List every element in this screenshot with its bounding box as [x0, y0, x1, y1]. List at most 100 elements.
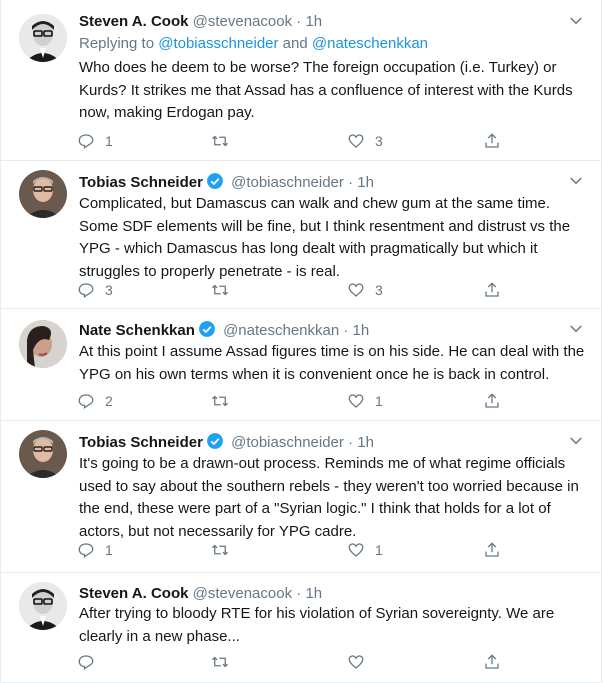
author-name[interactable]: Steven A. Cook: [79, 13, 188, 30]
heart-icon: [348, 394, 364, 408]
tweet[interactable]: Tobias Schneider @tobiaschneider · 1h It…: [1, 420, 601, 573]
tweet-text: Who does he deem to be worse? The foreig…: [79, 59, 573, 121]
tweet-actions: 2 1: [77, 391, 517, 411]
reply-button[interactable]: 2: [77, 391, 113, 411]
separator-dot: ·: [348, 434, 354, 451]
reply-icon: [78, 283, 94, 298]
reply-button[interactable]: 1: [77, 540, 113, 560]
retweet-icon: [212, 284, 228, 296]
retweet-icon: [212, 395, 228, 407]
tweet-actions: 3 3: [77, 280, 517, 300]
timestamp[interactable]: 1h: [353, 322, 370, 339]
share-button[interactable]: [483, 280, 501, 300]
share-button[interactable]: [483, 391, 501, 411]
timestamp[interactable]: 1h: [357, 434, 374, 451]
chevron-down-icon[interactable]: [567, 172, 585, 190]
like-button[interactable]: 1: [347, 391, 383, 411]
reply-count: 1: [105, 542, 113, 558]
share-button[interactable]: [483, 131, 501, 151]
like-button[interactable]: 3: [347, 131, 383, 151]
tweet[interactable]: Nate Schenkkan @nateschenkkan · 1h At th…: [1, 308, 601, 421]
share-button[interactable]: [483, 540, 501, 560]
timestamp[interactable]: 1h: [305, 13, 322, 30]
share-icon: [485, 654, 499, 669]
tweet-actions: 1 1: [77, 540, 517, 560]
author-handle[interactable]: @stevenacook: [193, 13, 292, 30]
like-count: 3: [375, 282, 383, 298]
share-icon: [485, 282, 499, 297]
reply-icon: [78, 655, 94, 670]
chevron-down-icon[interactable]: [567, 12, 585, 30]
separator-dot: ·: [348, 174, 354, 191]
mention-link[interactable]: @nateschenkkan: [312, 35, 428, 52]
share-icon: [485, 133, 499, 148]
reply-icon: [78, 394, 94, 409]
author-handle[interactable]: @stevenacook: [193, 585, 292, 602]
replying-prefix: Replying to: [79, 35, 159, 52]
share-icon: [485, 393, 499, 408]
tweet[interactable]: Steven A. Cook @stevenacook · 1h Replyin…: [1, 0, 601, 161]
retweet-icon: [212, 656, 228, 668]
reply-button[interactable]: [77, 652, 105, 672]
verified-badge-icon: [207, 433, 223, 449]
tweet-text: It's going to be a drawn-out process. Re…: [79, 455, 579, 540]
retweet-button[interactable]: [211, 131, 239, 151]
heart-icon: [348, 283, 364, 297]
tweet-text: After trying to bloody RTE for his viola…: [79, 605, 555, 645]
share-button[interactable]: [483, 652, 501, 672]
like-count: 1: [375, 542, 383, 558]
verified-badge-icon: [199, 321, 215, 337]
tweet-text: At this point I assume Assad figures tim…: [79, 343, 585, 383]
author-handle[interactable]: @tobiaschneider: [231, 174, 344, 191]
author-name[interactable]: Nate Schenkkan: [79, 322, 195, 339]
like-button[interactable]: 3: [347, 280, 383, 300]
tweet-actions: 1 3: [77, 131, 517, 151]
heart-icon: [348, 655, 364, 669]
tweet-text: Complicated, but Damascus can walk and c…: [79, 195, 571, 280]
tweet-header: Tobias Schneider @tobiaschneider · 1h: [79, 432, 581, 453]
reply-button[interactable]: 3: [77, 280, 113, 300]
tweet[interactable]: Tobias Schneider @tobiaschneider · 1h Co…: [1, 160, 601, 309]
tweet-header: Steven A. Cook @stevenacook · 1h: [79, 584, 581, 604]
heart-icon: [348, 134, 364, 148]
author-name[interactable]: Steven A. Cook: [79, 585, 188, 602]
reply-button[interactable]: 1: [77, 131, 113, 151]
author-name[interactable]: Tobias Schneider: [79, 434, 203, 451]
avatar[interactable]: [19, 14, 67, 62]
reply-icon: [78, 134, 94, 149]
tweet[interactable]: Steven A. Cook @stevenacook · 1h After t…: [1, 572, 601, 683]
retweet-button[interactable]: [211, 391, 239, 411]
separator-dot: ·: [296, 13, 302, 30]
timestamp[interactable]: 1h: [305, 585, 322, 602]
chevron-down-icon[interactable]: [567, 432, 585, 450]
retweet-icon: [212, 544, 228, 556]
like-count: 3: [375, 133, 383, 149]
share-icon: [485, 542, 499, 557]
like-button[interactable]: [347, 652, 375, 672]
avatar[interactable]: [19, 170, 67, 218]
author-handle[interactable]: @tobiaschneider: [231, 434, 344, 451]
tweet-header: Nate Schenkkan @nateschenkkan · 1h: [79, 320, 581, 341]
verified-badge-icon: [207, 173, 223, 189]
avatar[interactable]: [19, 430, 67, 478]
tweet-header: Steven A. Cook @stevenacook · 1h: [79, 12, 581, 32]
timestamp[interactable]: 1h: [357, 174, 374, 191]
reply-count: 2: [105, 393, 113, 409]
avatar[interactable]: [19, 320, 67, 368]
retweet-button[interactable]: [211, 540, 239, 560]
separator-dot: ·: [343, 322, 349, 339]
retweet-button[interactable]: [211, 280, 239, 300]
chevron-down-icon[interactable]: [567, 320, 585, 338]
tweet-header: Tobias Schneider @tobiaschneider · 1h: [79, 172, 581, 193]
mention-link[interactable]: @tobiasschneider: [158, 35, 278, 52]
reply-count: 3: [105, 282, 113, 298]
like-button[interactable]: 1: [347, 540, 383, 560]
retweet-icon: [212, 135, 228, 147]
retweet-button[interactable]: [211, 652, 239, 672]
heart-icon: [348, 543, 364, 557]
replying-and: and: [278, 35, 312, 52]
author-handle[interactable]: @nateschenkkan: [223, 322, 339, 339]
reply-count: 1: [105, 133, 113, 149]
avatar[interactable]: [19, 582, 67, 630]
author-name[interactable]: Tobias Schneider: [79, 174, 203, 191]
